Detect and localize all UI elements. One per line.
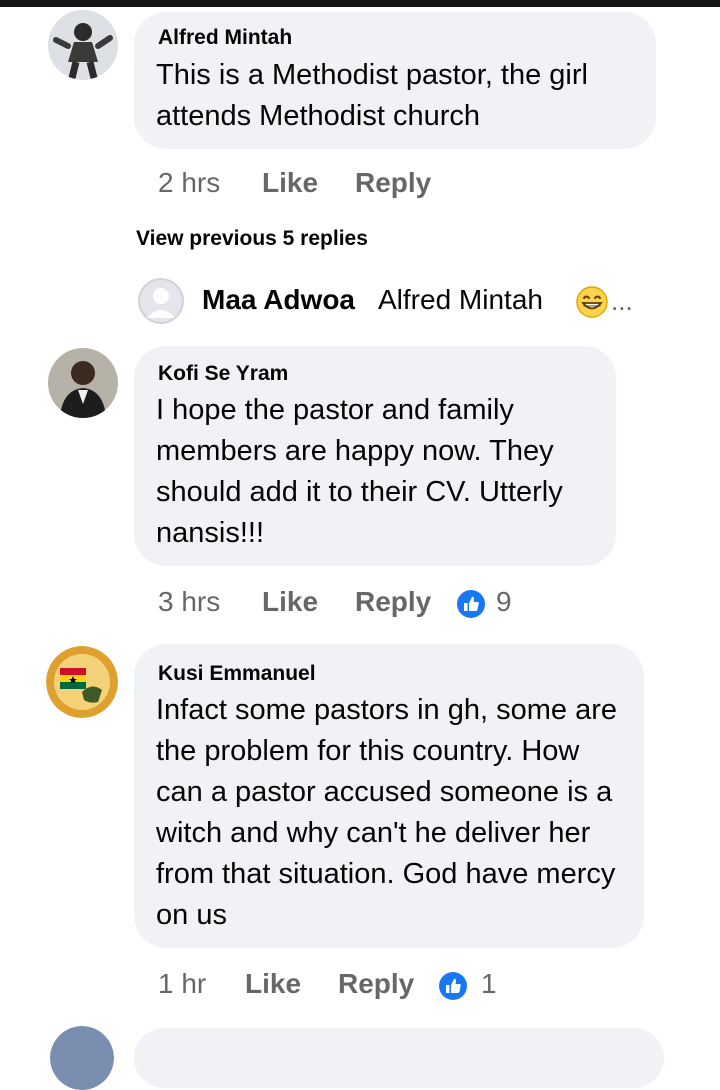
like-button[interactable]: Like	[245, 968, 301, 1000]
comment-bubble-next	[134, 1028, 664, 1088]
thumbs-up-icon	[457, 590, 485, 618]
thumbs-up-icon	[439, 972, 467, 1000]
reaction-count[interactable]: 9	[496, 586, 512, 618]
reply-author[interactable]: Maa Adwoa	[202, 284, 355, 316]
default-avatar-icon	[138, 278, 184, 324]
avatar-next-comment[interactable]	[50, 1026, 114, 1090]
view-previous-replies-link[interactable]: View previous 5 replies	[136, 227, 368, 251]
comment-timestamp[interactable]: 2 hrs	[158, 167, 220, 199]
avatar-kusi-emmanuel[interactable]	[46, 646, 118, 718]
avatar-kofi-se-yram[interactable]	[48, 348, 118, 418]
grinning-emoji-icon	[575, 285, 609, 319]
top-edge-bar	[0, 0, 720, 7]
comment-author[interactable]: Kofi Se Yram	[158, 362, 288, 386]
reply-ellipsis: ...	[611, 286, 633, 316]
comment-author[interactable]: Kusi Emmanuel	[158, 662, 316, 686]
comment-timestamp[interactable]: 1 hr	[158, 968, 206, 1000]
reply-button[interactable]: Reply	[355, 586, 431, 618]
comment-timestamp[interactable]: 3 hrs	[158, 586, 220, 618]
reply-preview[interactable]: Maa Adwoa Alfred Mintah ...	[138, 278, 658, 324]
reply-text: Alfred Mintah	[378, 284, 543, 315]
reply-button[interactable]: Reply	[338, 968, 414, 1000]
like-button[interactable]: Like	[262, 167, 318, 199]
reply-button[interactable]: Reply	[355, 167, 431, 199]
comment-text: This is a Methodist pastor, the girl att…	[156, 59, 588, 132]
reaction-count[interactable]: 1	[481, 968, 497, 1000]
like-button[interactable]: Like	[262, 586, 318, 618]
avatar-alfred-mintah[interactable]	[48, 10, 118, 80]
comment-text: Infact some pastors in gh, some are the …	[156, 694, 617, 931]
comment-text: I hope the pastor and family members are…	[156, 394, 563, 549]
comment-author[interactable]: Alfred Mintah	[158, 26, 292, 50]
